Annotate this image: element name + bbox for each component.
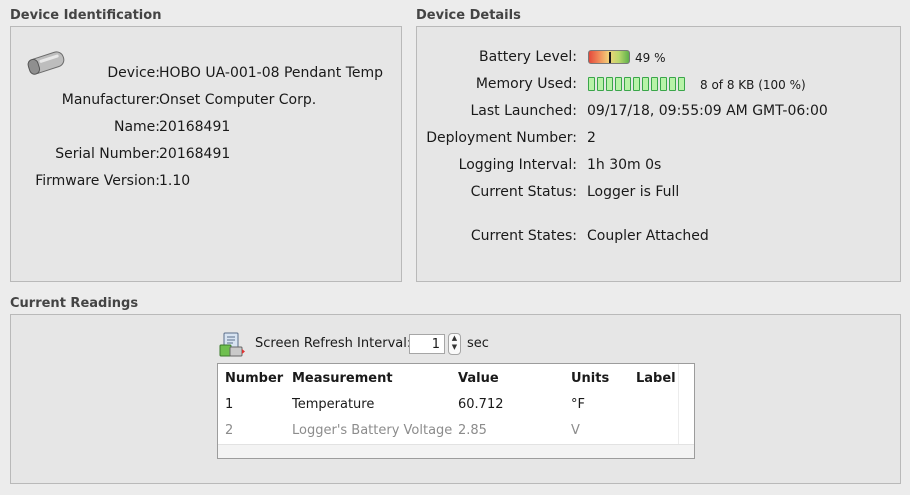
current-status-label: Current Status:: [470, 184, 577, 200]
firmware-version-value: 1.10: [159, 173, 191, 189]
refresh-interval-input[interactable]: 1: [409, 334, 445, 354]
memory-cell: [588, 77, 595, 91]
column-header-measurement[interactable]: Measurement: [292, 371, 393, 386]
row-units: V: [571, 423, 580, 438]
column-header-label[interactable]: Label: [636, 371, 676, 386]
device-label: Device:: [107, 65, 160, 81]
column-header-number[interactable]: Number: [225, 371, 283, 386]
serial-number-value: 20168491: [159, 146, 231, 162]
memory-cell: [624, 77, 631, 91]
device-row: Device: HOBO UA-001-08 Pendant Temp: [11, 65, 403, 85]
current-states-row: Current States: Coupler Attached: [417, 228, 902, 248]
row-value: 60.712: [458, 397, 504, 412]
current-status-row: Current Status: Logger is Full: [417, 184, 902, 204]
serial-number-label: Serial Number:: [55, 146, 160, 162]
refresh-interval-stepper[interactable]: ▲ ▼: [448, 333, 461, 355]
memory-cell: [678, 77, 685, 91]
stepper-up-icon[interactable]: ▲: [449, 334, 460, 343]
serial-number-row: Serial Number: 20168491: [11, 146, 403, 166]
current-states-label: Current States:: [470, 228, 577, 244]
memory-cell: [669, 77, 676, 91]
memory-cell: [606, 77, 613, 91]
battery-level-row: Battery Level: 49 %: [417, 49, 902, 69]
current-status-value: Logger is Full: [587, 184, 680, 200]
column-header-value[interactable]: Value: [458, 371, 499, 386]
logging-interval-row: Logging Interval: 1h 30m 0s: [417, 157, 902, 177]
stepper-down-icon[interactable]: ▼: [449, 343, 460, 352]
battery-level-value: 49 %: [635, 51, 666, 65]
device-details-panel: Battery Level: 49 % Memory Used: 8 of 8 …: [416, 26, 901, 282]
memory-cell: [597, 77, 604, 91]
readings-table: Number Measurement Value Units Label 1 T…: [217, 363, 695, 459]
current-readings-panel: Screen Refresh Interval: 1 ▲ ▼ sec Numbe…: [10, 314, 901, 484]
table-footer: [218, 444, 694, 458]
device-value: HOBO UA-001-08 Pendant Temp: [159, 65, 383, 81]
refresh-interval-label: Screen Refresh Interval:: [255, 336, 412, 351]
manufacturer-value: Onset Computer Corp.: [159, 92, 317, 108]
row-number: 2: [225, 423, 234, 438]
battery-level-label: Battery Level:: [479, 49, 577, 65]
battery-gauge-needle: [608, 52, 611, 63]
name-label: Name:: [113, 119, 160, 135]
memory-meter: [588, 77, 685, 91]
memory-used-row: Memory Used: 8 of 8 KB (100 %): [417, 76, 902, 96]
name-row: Name: 20168491: [11, 119, 403, 139]
row-measurement: Temperature: [292, 397, 375, 412]
current-readings-title: Current Readings: [10, 296, 139, 311]
last-launched-label: Last Launched:: [470, 103, 577, 119]
device-details-title: Device Details: [416, 8, 521, 23]
memory-used-value: 8 of 8 KB (100 %): [700, 78, 806, 92]
memory-cell: [642, 77, 649, 91]
battery-gauge: [588, 50, 630, 64]
manufacturer-label: Manufacturer:: [61, 92, 160, 108]
logging-interval-label: Logging Interval:: [458, 157, 577, 173]
logging-interval-value: 1h 30m 0s: [587, 157, 662, 173]
row-units: °F: [571, 397, 585, 412]
memory-cell: [651, 77, 658, 91]
memory-cell: [660, 77, 667, 91]
deployment-number-value: 2: [587, 130, 596, 146]
memory-cell: [615, 77, 622, 91]
row-value: 2.85: [458, 423, 487, 438]
column-header-units[interactable]: Units: [571, 371, 609, 386]
name-value: 20168491: [159, 119, 231, 135]
firmware-version-label: Firmware Version:: [35, 173, 160, 189]
manufacturer-row: Manufacturer: Onset Computer Corp.: [11, 92, 403, 112]
deployment-number-label: Deployment Number:: [426, 130, 577, 146]
row-number: 1: [225, 397, 234, 412]
device-identification-panel: Device: HOBO UA-001-08 Pendant Temp Manu…: [10, 26, 402, 282]
memory-cell: [633, 77, 640, 91]
last-launched-row: Last Launched: 09/17/18, 09:55:09 AM GMT…: [417, 103, 902, 123]
readings-icon: [219, 332, 245, 357]
memory-used-label: Memory Used:: [475, 76, 577, 92]
device-identification-title: Device Identification: [10, 8, 162, 23]
row-measurement: Logger's Battery Voltage: [292, 423, 453, 438]
deployment-number-row: Deployment Number: 2: [417, 130, 902, 150]
current-states-value: Coupler Attached: [587, 228, 709, 244]
refresh-interval-unit: sec: [467, 336, 489, 351]
firmware-version-row: Firmware Version: 1.10: [11, 173, 403, 193]
last-launched-value: 09/17/18, 09:55:09 AM GMT-06:00: [587, 103, 828, 119]
